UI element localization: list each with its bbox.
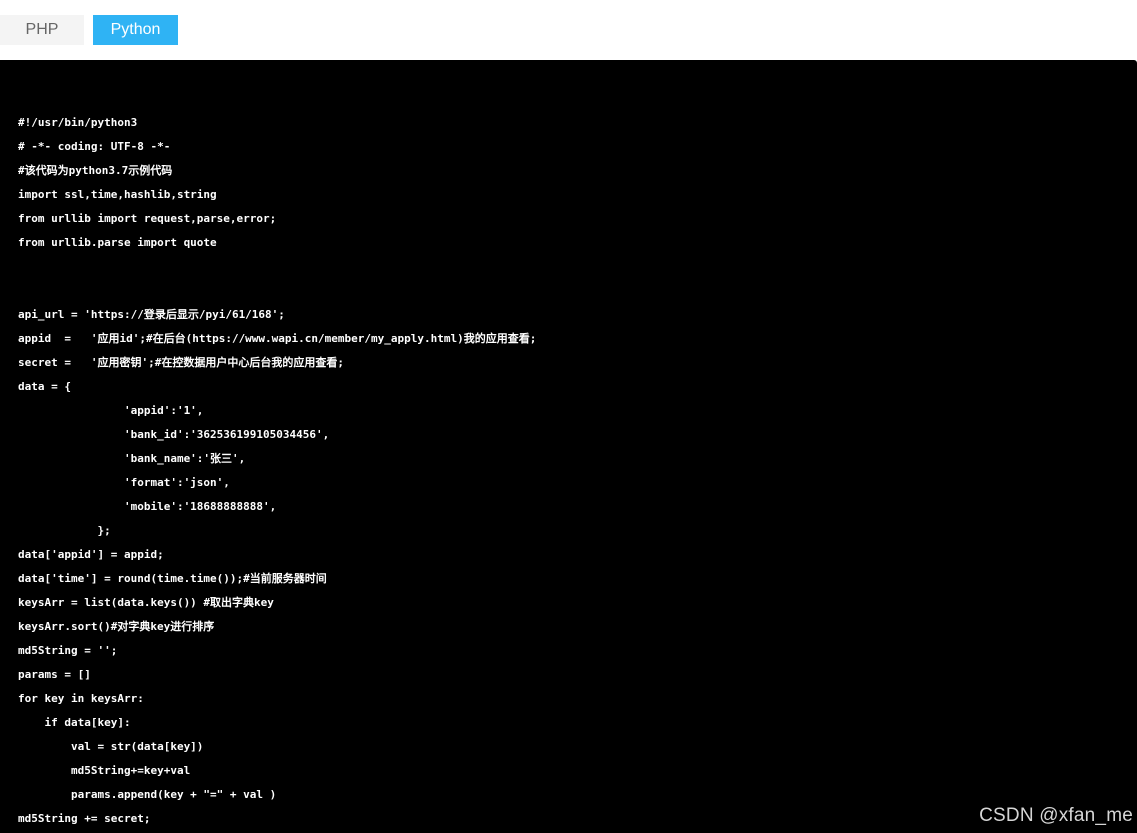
code-line: params = []: [18, 668, 91, 681]
code-block: #!/usr/bin/python3 # -*- coding: UTF-8 -*…: [18, 111, 536, 831]
code-line: };: [18, 524, 111, 537]
code-line: from urllib.parse import quote: [18, 236, 217, 249]
code-line: import ssl,time,hashlib,string: [18, 188, 217, 201]
code-line: secret = '应用密钥';#在控数据用户中心后台我的应用查看;: [18, 356, 344, 369]
code-line: appid = '应用id';#在后台(https://www.wapi.cn/…: [18, 332, 537, 345]
code-line: md5String+=key+val: [18, 764, 191, 777]
code-line: from urllib import request,parse,error;: [18, 212, 277, 225]
code-line: #!/usr/bin/python3: [18, 116, 138, 129]
code-line: 'mobile':'18688888888',: [18, 500, 277, 513]
code-line: #该代码为python3.7示例代码: [18, 164, 173, 177]
code-line: 'bank_id':'362536199105034456',: [18, 428, 330, 441]
code-line: for key in keysArr:: [18, 692, 144, 705]
tab-python[interactable]: Python: [93, 15, 178, 45]
code-line: md5String += secret;: [18, 812, 151, 825]
code-line: data['time'] = round(time.time());#当前服务器…: [18, 572, 327, 585]
code-line: 'format':'json',: [18, 476, 230, 489]
code-panel: #!/usr/bin/python3 # -*- coding: UTF-8 -*…: [0, 60, 1137, 833]
code-line: keysArr = list(data.keys()) #取出字典key: [18, 596, 274, 609]
code-line: data['appid'] = appid;: [18, 548, 164, 561]
code-line: params.append(key + "=" + val ): [18, 788, 277, 801]
code-line: api_url = 'https://登录后显示/pyi/61/168';: [18, 308, 285, 321]
code-line: val = str(data[key]): [18, 740, 204, 753]
code-line: keysArr.sort()#对字典key进行排序: [18, 620, 215, 633]
language-tabs: PHP Python: [0, 15, 178, 45]
code-line: data = {: [18, 380, 71, 393]
code-line: md5String = '';: [18, 644, 118, 657]
code-line: if data[key]:: [18, 716, 131, 729]
page: PHP Python #!/usr/bin/python3 # -*- codin…: [0, 0, 1137, 833]
tab-php[interactable]: PHP: [0, 15, 84, 45]
code-line: # -*- coding: UTF-8 -*-: [18, 140, 171, 153]
watermark: CSDN @xfan_me: [979, 805, 1133, 826]
code-line: 'appid':'1',: [18, 404, 204, 417]
code-line: 'bank_name':'张三',: [18, 452, 246, 465]
